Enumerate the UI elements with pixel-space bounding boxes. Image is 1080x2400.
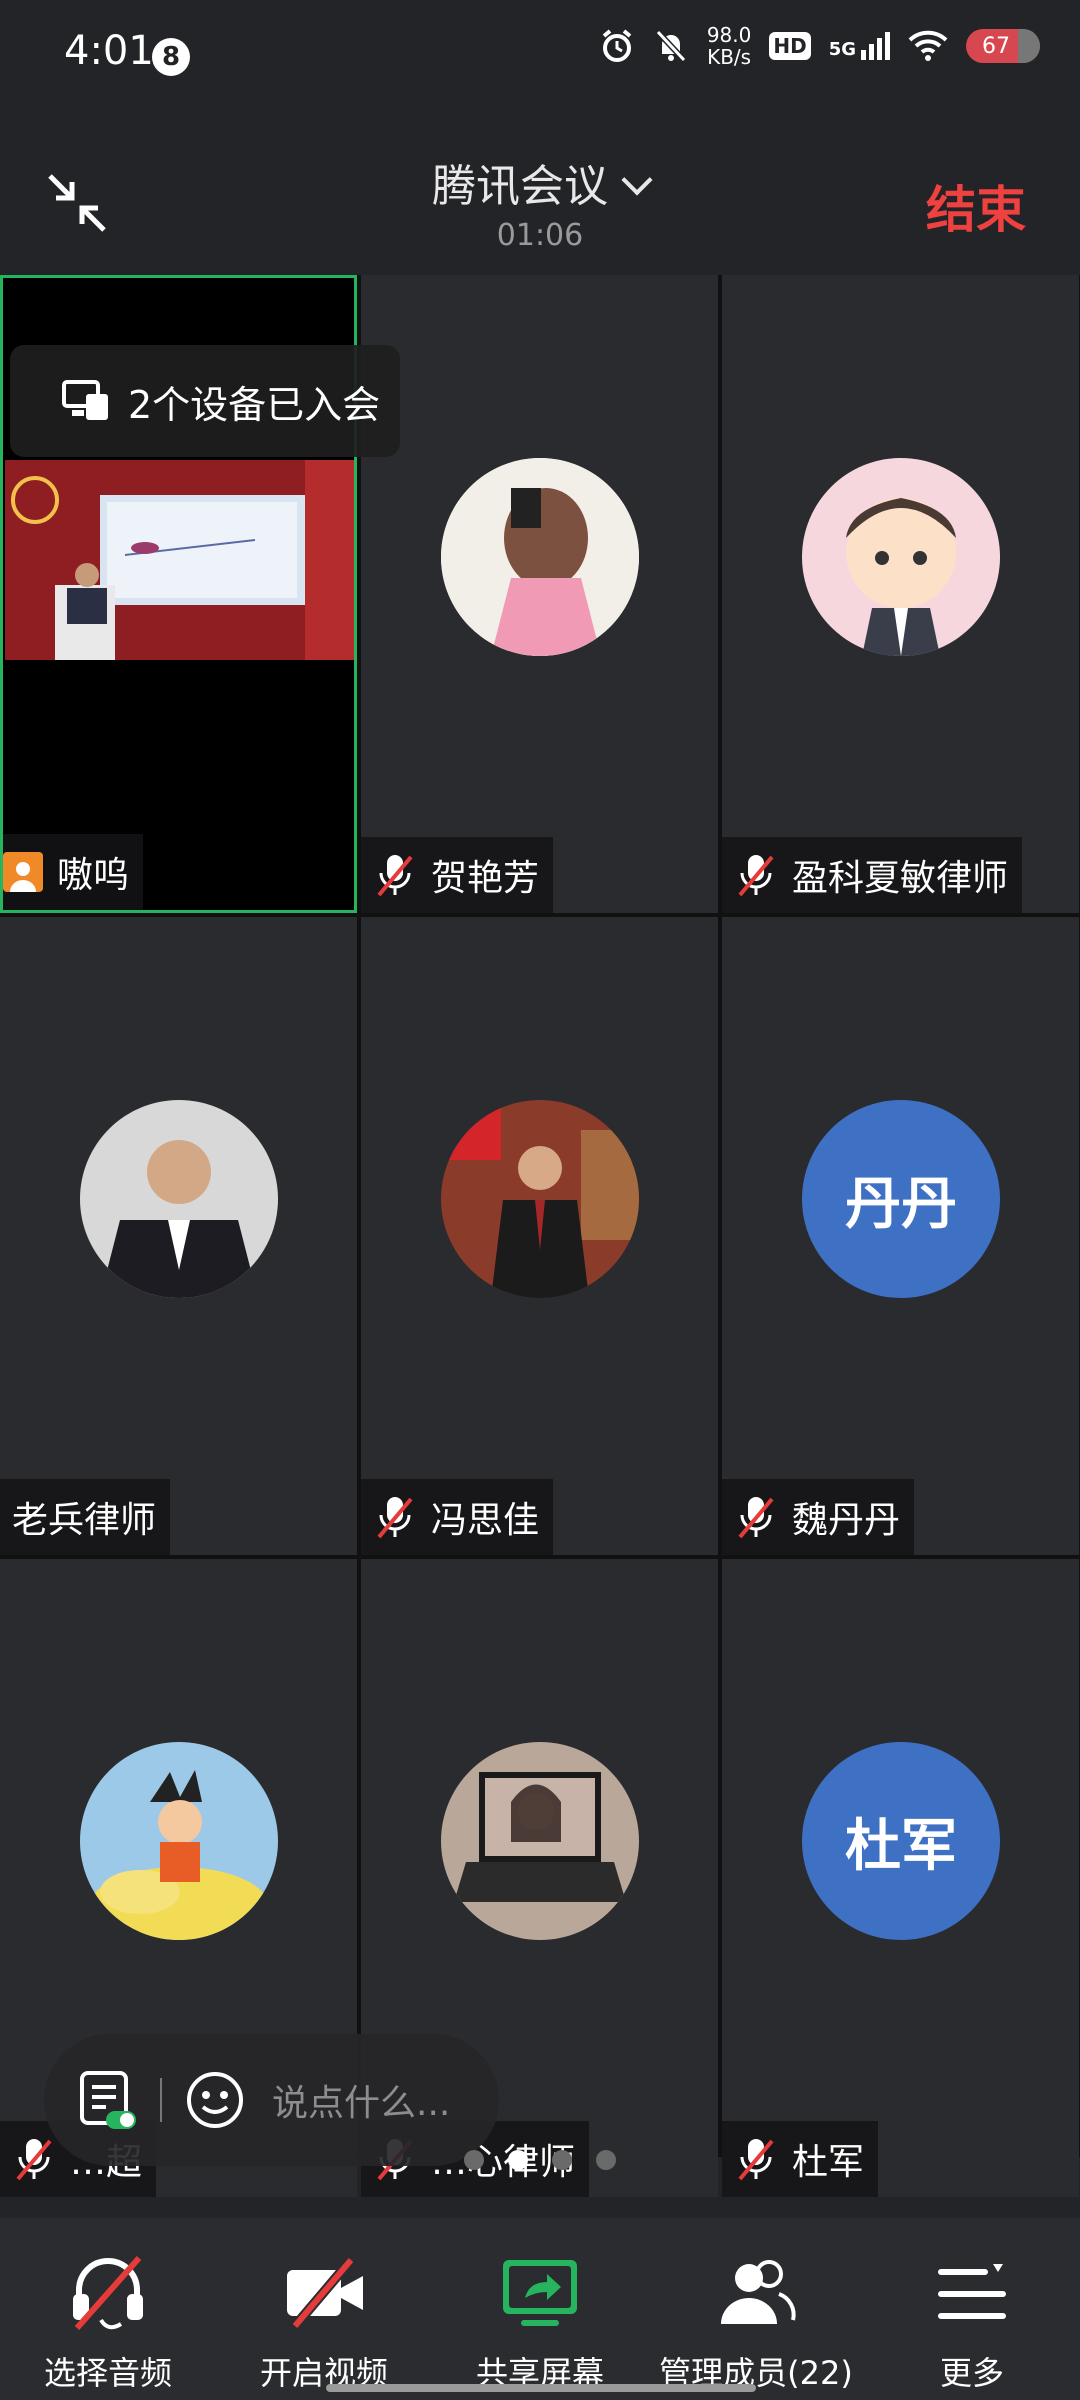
participant-name-label: 魏丹丹 bbox=[722, 1479, 915, 1555]
avatar: 丹丹 bbox=[802, 1100, 1000, 1298]
status-time: 4:01 bbox=[64, 28, 154, 74]
meeting-title[interactable]: 腾讯会议 bbox=[0, 150, 1080, 214]
page-dot[interactable] bbox=[464, 2150, 484, 2170]
participant-name-label: 贺艳芳 bbox=[361, 837, 554, 913]
devices-icon bbox=[62, 380, 108, 420]
manage-members-button[interactable]: 管理成员(22) bbox=[648, 2218, 864, 2400]
network-label: 5G bbox=[828, 39, 856, 60]
notification-badge: 8 bbox=[152, 38, 190, 76]
5g-signal-icon: 5G bbox=[829, 32, 890, 60]
net-speed-value: 98.0 bbox=[706, 23, 752, 47]
share-screen-button[interactable]: 共享屏幕 bbox=[432, 2218, 648, 2400]
page-dot-active[interactable] bbox=[508, 2150, 528, 2170]
participant-tile[interactable]: 冯思佳 bbox=[361, 917, 718, 1555]
user-icon bbox=[3, 852, 43, 892]
chevron-down-icon bbox=[621, 164, 653, 196]
participant-name: 冯思佳 bbox=[431, 1500, 540, 1541]
meeting-timer: 01:06 bbox=[496, 218, 584, 253]
mic-off-icon bbox=[738, 855, 774, 897]
page-dot[interactable] bbox=[552, 2150, 572, 2170]
more-menu-icon bbox=[938, 2264, 1006, 2319]
select-audio-label: 选择音频 bbox=[43, 2354, 172, 2392]
select-audio-button[interactable]: 选择音频 bbox=[0, 2218, 216, 2400]
participant-tile[interactable]: 贺艳芳 bbox=[361, 275, 718, 913]
mute-icon bbox=[655, 29, 687, 63]
participant-name-label: 老兵律师 bbox=[0, 1479, 171, 1555]
mic-off-icon bbox=[377, 1497, 413, 1539]
members-icon bbox=[721, 2260, 796, 2324]
meeting-header: 腾讯会议 01:06 结束 bbox=[0, 110, 1080, 275]
caption-toggle-icon[interactable] bbox=[76, 2069, 138, 2131]
chat-input[interactable]: 说点什么... bbox=[272, 2074, 450, 2126]
meeting-title-text: 腾讯会议 bbox=[432, 161, 608, 212]
more-label: 更多 bbox=[939, 2354, 1004, 2392]
participant-name: 嗷呜 bbox=[57, 855, 130, 896]
hd-icon: HD bbox=[769, 32, 811, 60]
avatar bbox=[441, 1100, 639, 1298]
home-indicator[interactable] bbox=[326, 2384, 756, 2392]
devices-toast-text: 2个设备已入会 bbox=[128, 382, 381, 427]
wifi-icon bbox=[908, 30, 948, 61]
chat-bar[interactable]: 说点什么... bbox=[44, 2034, 499, 2166]
start-video-button[interactable]: 开启视频 bbox=[216, 2218, 432, 2400]
status-icons: 98.0 KB/s HD 5G 67 bbox=[599, 24, 1040, 68]
avatar bbox=[441, 458, 639, 656]
participant-name: 贺艳芳 bbox=[431, 858, 540, 899]
page-dot[interactable] bbox=[596, 2150, 616, 2170]
participant-name-label: 盈科夏敏律师 bbox=[722, 837, 1023, 913]
share-screen-icon bbox=[503, 2260, 577, 2326]
participant-name: 盈科夏敏律师 bbox=[792, 858, 1009, 899]
participant-grid: 嗷呜 贺艳芳 盈科夏敏律师 老兵律师 冯思佳 丹丹 魏丹丹 …心律师 杜军 杜军… bbox=[0, 275, 1080, 2197]
mic-off-icon bbox=[377, 855, 413, 897]
video-off-icon bbox=[287, 2256, 363, 2330]
chat-divider bbox=[160, 2078, 162, 2122]
battery-level: 67 bbox=[982, 33, 1010, 59]
participant-name-label: 冯思佳 bbox=[361, 1479, 554, 1555]
participant-tile[interactable]: 盈科夏敏律师 bbox=[722, 275, 1079, 913]
avatar bbox=[441, 1742, 639, 1940]
net-speed-unit: KB/s bbox=[707, 45, 752, 69]
participant-name: 魏丹丹 bbox=[792, 1500, 901, 1541]
participant-name: 老兵律师 bbox=[12, 1500, 157, 1541]
battery-icon: 67 bbox=[966, 29, 1040, 63]
end-meeting-button[interactable]: 结束 bbox=[926, 170, 1026, 242]
avatar bbox=[80, 1100, 278, 1298]
avatar: 杜军 bbox=[802, 1742, 1000, 1940]
mic-off-icon bbox=[738, 1497, 774, 1539]
more-button[interactable]: 更多 bbox=[864, 2218, 1080, 2400]
page-indicator bbox=[0, 2150, 1080, 2170]
participant-tile[interactable]: 丹丹 魏丹丹 bbox=[722, 917, 1079, 1555]
status-bar: 4:01 8 98.0 KB/s HD 5G 67 bbox=[0, 0, 1080, 110]
alarm-icon bbox=[602, 29, 632, 62]
avatar bbox=[802, 458, 1000, 656]
audio-off-icon bbox=[73, 2256, 143, 2330]
emoji-icon[interactable] bbox=[184, 2069, 246, 2131]
network-speed: 98.0 KB/s bbox=[707, 24, 752, 68]
participant-tile[interactable]: 杜军 杜军 bbox=[722, 1559, 1079, 2197]
bottom-toolbar: 选择音频 开启视频 共享屏幕 管理成员(22) 更多 bbox=[0, 2218, 1080, 2400]
shared-video-feed bbox=[5, 460, 354, 660]
avatar bbox=[80, 1742, 278, 1940]
participant-name-label: 嗷呜 bbox=[3, 834, 144, 910]
participant-tile[interactable]: 老兵律师 bbox=[0, 917, 357, 1555]
devices-joined-toast[interactable]: 2个设备已入会 bbox=[10, 345, 400, 457]
